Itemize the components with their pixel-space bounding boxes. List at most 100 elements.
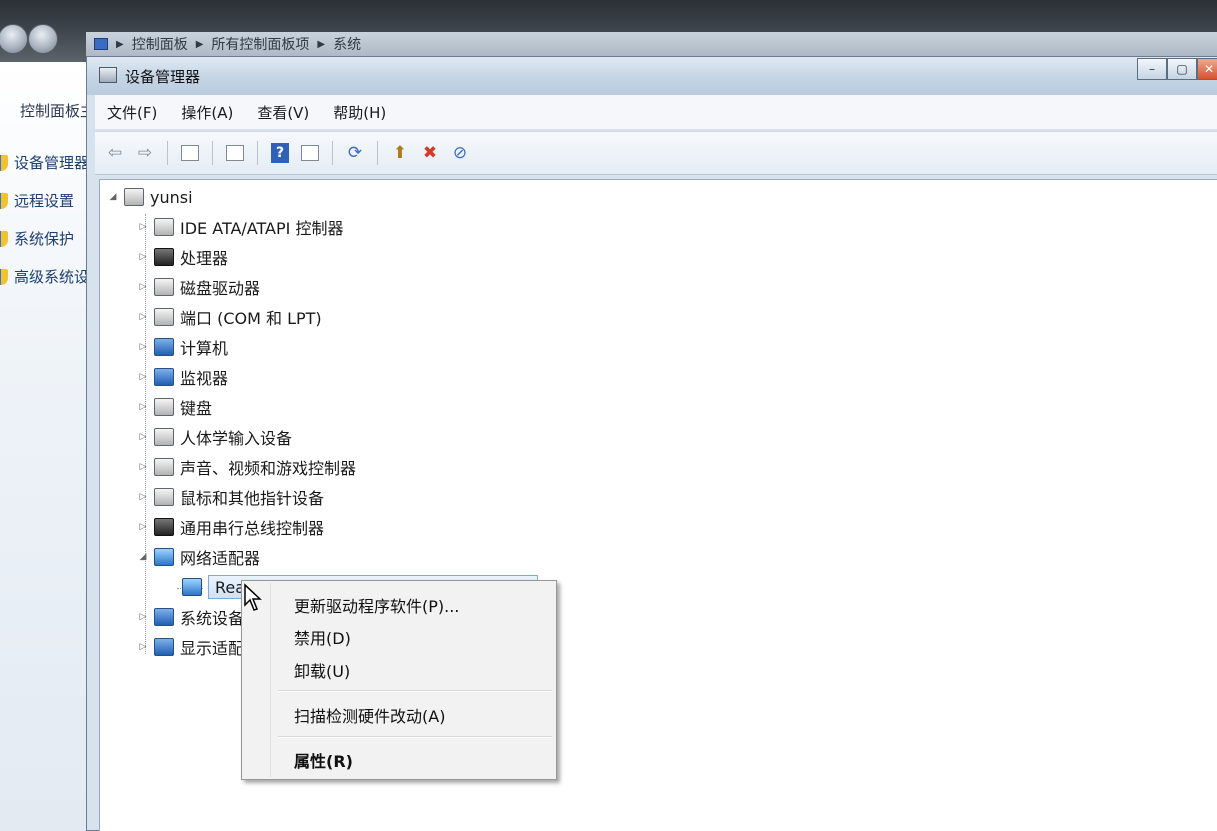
menu-divider: [278, 690, 552, 692]
collapse-arrow-icon[interactable]: ◢: [136, 552, 150, 562]
breadcrumb-item[interactable]: 所有控制面板项: [211, 34, 309, 54]
tree-item-label: 人体学输入设备: [180, 429, 293, 448]
expand-arrow-icon[interactable]: ▷: [136, 462, 150, 472]
toolbar: ⇦ ⇨ ? ⟳ ⬆ ✖ ⊘: [95, 131, 1217, 175]
tree-item-sound[interactable]: ▷ 声音、视频和游戏控制器: [136, 454, 356, 480]
network-adapter-icon: [182, 578, 202, 596]
processor-icon: [154, 248, 174, 266]
tree-item-label: 系统设备: [180, 609, 245, 628]
sidebar-link-label: 系统保护: [14, 230, 75, 248]
menu-view[interactable]: 查看(V): [257, 102, 309, 123]
tree-item-label: 端口 (COM 和 LPT): [180, 309, 322, 328]
menu-item-disable[interactable]: 禁用(D): [294, 625, 351, 649]
expand-arrow-icon[interactable]: ▷: [136, 222, 150, 232]
title-bar[interactable]: 设备管理器 – ▢ ✕: [87, 57, 1217, 95]
expand-arrow-icon[interactable]: ▷: [136, 252, 150, 262]
close-button[interactable]: ✕: [1197, 58, 1217, 80]
toolbar-divider: [332, 141, 333, 165]
tree-item-label: 键盘: [180, 399, 213, 418]
shield-icon: [0, 192, 8, 209]
tree-item-ports[interactable]: ▷ 端口 (COM 和 LPT): [136, 304, 322, 330]
menu-item-scan-hardware[interactable]: 扫描检测硬件改动(A): [294, 703, 445, 727]
help-icon[interactable]: ?: [268, 141, 292, 165]
tree-item-label: IDE ATA/ATAPI 控制器: [180, 219, 344, 238]
view-icon[interactable]: [298, 141, 322, 165]
menu-bar: 文件(F) 操作(A) 查看(V) 帮助(H): [95, 95, 1217, 129]
expand-arrow-icon[interactable]: ▷: [136, 402, 150, 412]
address-bar[interactable]: ▶ 控制面板 ▶ 所有控制面板项 ▶ 系统: [86, 32, 1217, 56]
network-adapter-icon: [154, 548, 174, 566]
tree-item-label: 通用串行总线控制器: [180, 519, 325, 538]
tree-item-disk[interactable]: ▷ 磁盘驱动器: [136, 274, 260, 300]
port-icon: [154, 308, 174, 326]
sidebar-link-device-manager[interactable]: 设备管理器: [0, 152, 86, 173]
sidebar-link-system-protection[interactable]: 系统保护: [0, 228, 74, 249]
expand-arrow-icon[interactable]: ▷: [136, 492, 150, 502]
menu-item-uninstall[interactable]: 卸载(U): [294, 658, 350, 682]
disable-icon[interactable]: ⊘: [448, 141, 472, 165]
tree-item-label: 处理器: [180, 249, 229, 268]
expand-arrow-icon[interactable]: ▷: [136, 642, 150, 652]
expand-arrow-icon[interactable]: ▷: [136, 282, 150, 292]
hid-icon: [154, 428, 174, 446]
expand-arrow-icon[interactable]: ▷: [136, 372, 150, 382]
tree-item-monitor[interactable]: ▷ 监视器: [136, 364, 228, 390]
computer-icon: [154, 338, 174, 356]
sidebar-link-label: 设备管理器: [14, 154, 86, 172]
menu-divider: [278, 736, 552, 738]
tree-root-label: yunsi: [150, 187, 193, 207]
minimize-button[interactable]: –: [1137, 58, 1167, 80]
tree-root[interactable]: ◢ yunsi: [106, 184, 193, 210]
tree-item-computer[interactable]: ▷ 计算机: [136, 334, 228, 360]
speaker-icon: [154, 458, 174, 476]
collapse-arrow-icon[interactable]: ◢: [106, 192, 120, 202]
sidebar-link-remote-settings[interactable]: 远程设置: [0, 190, 74, 211]
control-panel-home-link[interactable]: 控制面板主页: [20, 100, 86, 121]
tree-item-processor[interactable]: ▷ 处理器: [136, 244, 228, 270]
sidebar-link-label: 远程设置: [14, 192, 75, 210]
sidebar-link-advanced-settings[interactable]: 高级系统设置: [0, 266, 86, 287]
expand-arrow-icon[interactable]: ▷: [136, 432, 150, 442]
breadcrumb-chevron-icon: ▶: [317, 38, 326, 50]
usb-icon: [154, 518, 174, 536]
expand-arrow-icon[interactable]: ▷: [136, 522, 150, 532]
maximize-button[interactable]: ▢: [1167, 58, 1197, 80]
mouse-icon: [154, 488, 174, 506]
scan-hardware-icon[interactable]: ⟳: [343, 141, 367, 165]
forward-nav-button[interactable]: [28, 24, 58, 54]
tree-item-label: 网络适配器: [180, 549, 261, 568]
toolbar-divider: [257, 141, 258, 165]
show-hide-tree-icon[interactable]: [178, 141, 202, 165]
forward-icon[interactable]: ⇨: [133, 141, 157, 165]
context-menu: 更新驱动程序软件(P)... 禁用(D) 卸载(U) 扫描检测硬件改动(A) 属…: [241, 580, 557, 780]
shield-icon: [0, 230, 8, 247]
ide-controller-icon: [154, 218, 174, 236]
menu-item-update-driver[interactable]: 更新驱动程序软件(P)...: [294, 593, 459, 617]
back-nav-button[interactable]: [0, 24, 28, 54]
tree-item-label: 鼠标和其他指针设备: [180, 489, 325, 508]
breadcrumb-item[interactable]: 控制面板: [132, 34, 188, 54]
breadcrumb-item[interactable]: 系统: [333, 34, 361, 54]
expand-arrow-icon[interactable]: ▷: [136, 312, 150, 322]
tree-item-network[interactable]: ◢ 网络适配器: [136, 544, 260, 570]
tree-item-system[interactable]: ▷ 系统设备: [136, 604, 244, 630]
tree-item-label: 声音、视频和游戏控制器: [180, 459, 357, 478]
expand-arrow-icon[interactable]: ▷: [136, 612, 150, 622]
uninstall-icon[interactable]: ✖: [418, 141, 442, 165]
tree-item-hid[interactable]: ▷ 人体学输入设备: [136, 424, 292, 450]
tree-item-keyboard[interactable]: ▷ 键盘: [136, 394, 212, 420]
menu-item-properties[interactable]: 属性(R): [294, 748, 353, 772]
tree-item-mouse[interactable]: ▷ 鼠标和其他指针设备: [136, 484, 324, 510]
update-driver-icon[interactable]: ⬆: [388, 141, 412, 165]
menu-file[interactable]: 文件(F): [107, 102, 157, 123]
mouse-cursor-icon: [244, 583, 262, 611]
monitor-icon: [154, 368, 174, 386]
tree-item-ide[interactable]: ▷ IDE ATA/ATAPI 控制器: [136, 214, 343, 240]
menu-help[interactable]: 帮助(H): [333, 102, 386, 123]
back-icon[interactable]: ⇦: [103, 141, 127, 165]
expand-arrow-icon[interactable]: ▷: [136, 342, 150, 352]
window-title: 设备管理器: [125, 68, 201, 86]
menu-action[interactable]: 操作(A): [181, 102, 233, 123]
properties-icon[interactable]: [223, 141, 247, 165]
tree-item-usb[interactable]: ▷ 通用串行总线控制器: [136, 514, 324, 540]
